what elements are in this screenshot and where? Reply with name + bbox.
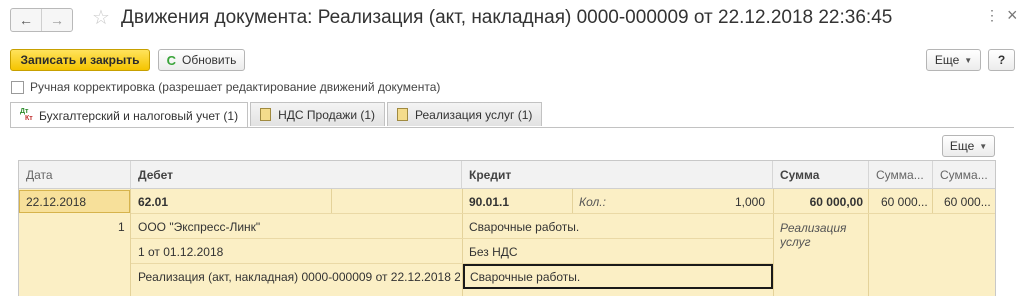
window-menu-icon[interactable]: ⋮	[985, 7, 1000, 24]
line-number: 1	[118, 220, 125, 234]
column-divider	[331, 189, 332, 213]
register-icon	[397, 108, 409, 121]
more-actions-button[interactable]: Еще ▼	[926, 49, 981, 71]
column-header-credit[interactable]: Кредит	[462, 161, 773, 189]
sum-value[interactable]: 60 000,00	[779, 195, 863, 209]
sum-kt-value[interactable]: 60 000...	[944, 195, 991, 209]
forward-button[interactable]: →	[41, 9, 72, 31]
credit-subconto-3[interactable]: Сварочные работы.	[470, 270, 580, 284]
dt-kt-icon: Дт Кт	[20, 107, 33, 122]
column-header-sum-dt[interactable]: Сумма...	[869, 161, 933, 189]
more-label: Еще	[949, 139, 975, 153]
column-divider	[130, 189, 131, 296]
row-divider	[131, 238, 773, 239]
debit-subconto-1[interactable]: ООО "Экспресс-Линк"	[138, 220, 260, 234]
register-tabs: Дт Кт Бухгалтерский и налоговый учет (1) …	[10, 102, 544, 128]
row-divider	[773, 213, 995, 214]
tab-accounting[interactable]: Дт Кт Бухгалтерский и налоговый учет (1)	[10, 102, 249, 128]
manual-edit-label[interactable]: Ручная корректировка (разрешает редактир…	[30, 80, 440, 94]
more-label: Еще	[934, 53, 960, 67]
column-divider	[932, 189, 933, 213]
grid-more-button[interactable]: Еще ▼	[942, 135, 995, 157]
column-divider	[773, 189, 774, 296]
back-arrow-icon: ←	[19, 12, 33, 28]
tab-label: Реализация услуг (1)	[415, 107, 533, 122]
refresh-button[interactable]: C Обновить	[158, 49, 245, 71]
forward-arrow-icon: →	[50, 12, 64, 28]
debit-account[interactable]: 62.01	[138, 195, 168, 209]
window-title: Движения документа: Реализация (акт, нак…	[121, 7, 893, 28]
credit-account[interactable]: 90.01.1	[469, 195, 509, 209]
help-button[interactable]: ?	[988, 49, 1015, 71]
refresh-icon: C	[166, 52, 177, 68]
register-icon	[260, 108, 272, 121]
chevron-down-icon: ▼	[979, 141, 988, 151]
column-divider	[572, 189, 573, 213]
column-header-sum-kt[interactable]: Сумма...	[933, 161, 995, 189]
manual-edit-row: Ручная корректировка (разрешает редактир…	[11, 80, 440, 94]
sum-dt-value[interactable]: 60 000...	[881, 195, 928, 209]
row-divider	[131, 213, 773, 214]
entries-table: Дата Дебет Кредит Сумма Сумма... Сумма..…	[18, 160, 996, 296]
manual-edit-checkbox[interactable]	[11, 80, 24, 94]
favorite-star-icon[interactable]: ☆	[92, 6, 110, 30]
back-button[interactable]: ←	[11, 9, 41, 31]
navigation-buttons: ← →	[10, 8, 73, 32]
close-icon[interactable]: ×	[1007, 5, 1018, 26]
column-header-debit[interactable]: Дебет	[131, 161, 462, 189]
save-and-close-button[interactable]: Записать и закрыть	[10, 49, 150, 71]
column-divider	[868, 189, 869, 296]
date-value: 22.12.2018	[26, 195, 87, 209]
quantity-value[interactable]: 1,000	[659, 195, 765, 209]
credit-subconto-2[interactable]: Без НДС	[469, 245, 518, 259]
debit-subconto-3[interactable]: Реализация (акт, накладная) 0000-000009 …	[138, 270, 460, 284]
credit-subconto-1[interactable]: Сварочные работы.	[469, 220, 579, 234]
column-header-sum[interactable]: Сумма	[773, 161, 869, 189]
tab-label: НДС Продажи (1)	[278, 107, 376, 122]
chevron-down-icon: ▼	[964, 55, 973, 65]
column-header-date[interactable]: Дата	[19, 161, 131, 189]
debit-subconto-2[interactable]: 1 от 01.12.2018	[138, 245, 223, 259]
refresh-label: Обновить	[182, 53, 237, 67]
tab-label: Бухгалтерский и налоговый учет (1)	[39, 108, 239, 123]
tab-services-sales[interactable]: Реализация услуг (1)	[387, 102, 543, 126]
tab-vat-sales[interactable]: НДС Продажи (1)	[250, 102, 386, 126]
quantity-label: Кол.:	[579, 195, 606, 209]
tab-divider	[10, 127, 1014, 128]
entry-content[interactable]: Реализация услуг	[780, 221, 862, 249]
